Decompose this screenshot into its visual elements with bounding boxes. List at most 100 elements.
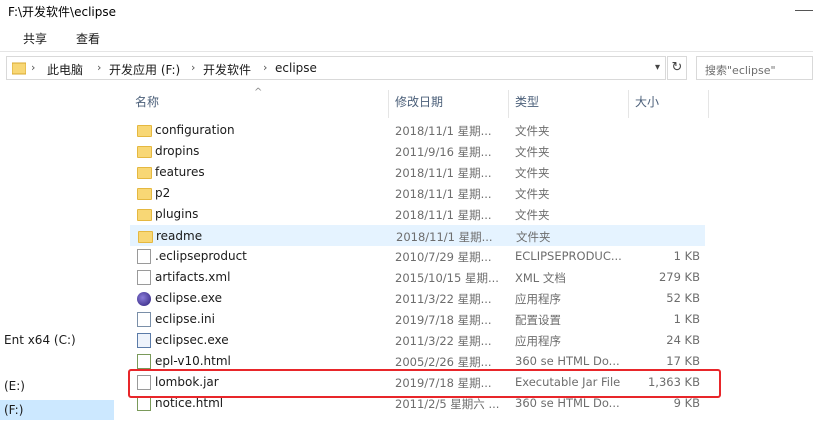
eclipse-app-icon [137, 292, 151, 306]
column-divider[interactable] [708, 90, 709, 118]
file-type: 应用程序 [515, 334, 561, 348]
file-row[interactable]: dropins 2011/9/16 星期... 文件夹 [130, 141, 705, 162]
column-date[interactable]: 修改日期 [395, 93, 443, 110]
folder-icon [137, 209, 152, 221]
html-file-icon [137, 354, 151, 369]
file-row[interactable]: eclipse.exe 2011/3/22 星期... 应用程序 52 KB [130, 288, 705, 309]
file-date: 2018/11/1 星期... [395, 124, 492, 138]
file-name: p2 [155, 186, 171, 200]
file-type: 360 se HTML Do... [515, 396, 620, 410]
refresh-icon: ↻ [671, 60, 683, 75]
folder-icon [137, 125, 152, 137]
file-name: features [155, 165, 205, 179]
column-type[interactable]: 类型 [515, 93, 539, 110]
file-name: configuration [155, 123, 235, 137]
ribbon: 共享 查看 [0, 22, 813, 52]
file-row[interactable]: p2 2018/11/1 星期... 文件夹 [130, 183, 705, 204]
file-date: 2011/2/5 星期六 ... [395, 397, 500, 411]
file-type: 应用程序 [515, 292, 561, 306]
console-app-icon [137, 333, 151, 348]
file-row[interactable]: artifacts.xml 2015/10/15 星期... XML 文档 27… [130, 267, 705, 288]
file-icon [137, 249, 151, 264]
file-name: dropins [155, 144, 200, 158]
file-row[interactable]: plugins 2018/11/1 星期... 文件夹 [130, 204, 705, 225]
folder-icon [137, 167, 152, 179]
file-row[interactable]: eclipse.ini 2019/7/18 星期... 配置设置 1 KB [130, 309, 705, 330]
title-bar: F:\开发软件\eclipse [0, 0, 813, 22]
file-size: 24 KB [666, 333, 700, 347]
chevron-right-icon[interactable]: › [191, 61, 195, 74]
breadcrumb-eclipse[interactable]: eclipse [275, 61, 317, 75]
file-size: 9 KB [673, 396, 700, 410]
file-date: 2011/9/16 星期... [395, 145, 492, 159]
search-placeholder: 搜索"eclipse" [705, 64, 776, 77]
nav-item-drive-c[interactable]: Ent x64 (C:) [0, 330, 114, 350]
file-type: 文件夹 [516, 230, 551, 244]
file-type: 文件夹 [515, 145, 550, 159]
tab-share[interactable]: 共享 [23, 30, 47, 47]
file-date: 2018/11/1 星期... [395, 166, 492, 180]
xml-file-icon [137, 270, 151, 285]
sort-ascending-icon: ^ [254, 87, 263, 98]
chevron-right-icon[interactable]: › [97, 61, 101, 74]
file-size: 1 KB [673, 249, 700, 263]
column-size[interactable]: 大小 [635, 93, 659, 110]
file-name: eclipse.ini [155, 312, 215, 326]
file-type: XML 文档 [515, 271, 566, 285]
chevron-down-icon[interactable]: ▾ [655, 62, 660, 73]
ini-file-icon [137, 312, 151, 327]
folder-icon [12, 62, 26, 75]
nav-item-drive-f[interactable]: (F:) [0, 400, 114, 420]
file-date: 2018/11/1 星期... [395, 208, 492, 222]
search-input[interactable]: 搜索"eclipse" [696, 56, 813, 80]
address-bar[interactable]: › 此电脑 › 开发应用 (F:) › 开发软件 › eclipse ▾ [6, 56, 666, 80]
highlight-annotation [128, 369, 721, 398]
window-control-icon[interactable] [795, 10, 813, 11]
file-type: 文件夹 [515, 187, 550, 201]
file-name: .eclipseproduct [155, 249, 247, 263]
folder-icon [138, 231, 153, 243]
html-file-icon [137, 396, 151, 411]
file-date: 2018/11/1 星期... [396, 230, 493, 244]
file-size: 17 KB [666, 354, 700, 368]
column-divider[interactable] [508, 90, 509, 118]
file-name: plugins [155, 207, 199, 221]
navigation-pane: Ent x64 (C:) (E:) (F:) [0, 84, 114, 422]
chevron-right-icon[interactable]: › [263, 61, 267, 74]
breadcrumb-drive-f[interactable]: 开发应用 (F:) [109, 61, 180, 78]
file-name: eclipsec.exe [155, 333, 229, 347]
column-header: ^ 名称 修改日期 类型 大小 [130, 87, 710, 118]
breadcrumb-this-pc[interactable]: 此电脑 [47, 61, 83, 78]
file-date: 2011/3/22 星期... [395, 334, 492, 348]
address-row: › 此电脑 › 开发应用 (F:) › 开发软件 › eclipse ▾ ↻ 搜… [0, 52, 813, 84]
refresh-button[interactable]: ↻ [667, 56, 687, 80]
file-name: artifacts.xml [155, 270, 231, 284]
file-row[interactable]: configuration 2018/11/1 星期... 文件夹 [130, 120, 705, 141]
breadcrumb-dev-software[interactable]: 开发软件 [203, 61, 251, 78]
file-date: 2005/2/26 星期... [395, 355, 492, 369]
file-name: notice.html [155, 396, 224, 410]
file-name: readme [156, 229, 203, 243]
file-date: 2015/10/15 星期... [395, 271, 499, 285]
column-name[interactable]: 名称 [135, 93, 159, 110]
folder-icon [137, 188, 152, 200]
nav-item-drive-e[interactable]: (E:) [0, 376, 114, 396]
file-row[interactable]: readme 2018/11/1 星期... 文件夹 [130, 225, 705, 246]
file-row[interactable]: .eclipseproduct 2010/7/29 星期... ECLIPSEP… [130, 246, 705, 267]
folder-icon [137, 146, 152, 158]
column-divider[interactable] [388, 90, 389, 118]
tab-view[interactable]: 查看 [76, 30, 100, 47]
file-size: 279 KB [658, 270, 700, 284]
file-type: 文件夹 [515, 208, 550, 222]
file-name: eclipse.exe [155, 291, 223, 305]
file-row[interactable]: features 2018/11/1 星期... 文件夹 [130, 162, 705, 183]
file-type: ECLIPSEPRODUC... [515, 249, 622, 263]
chevron-right-icon[interactable]: › [31, 61, 35, 74]
file-name: epl-v10.html [155, 354, 231, 368]
file-date: 2018/11/1 星期... [395, 187, 492, 201]
file-date: 2011/3/22 星期... [395, 292, 492, 306]
file-date: 2010/7/29 星期... [395, 250, 492, 264]
file-size: 1 KB [673, 312, 700, 326]
file-row[interactable]: eclipsec.exe 2011/3/22 星期... 应用程序 24 KB [130, 330, 705, 351]
column-divider[interactable] [628, 90, 629, 118]
